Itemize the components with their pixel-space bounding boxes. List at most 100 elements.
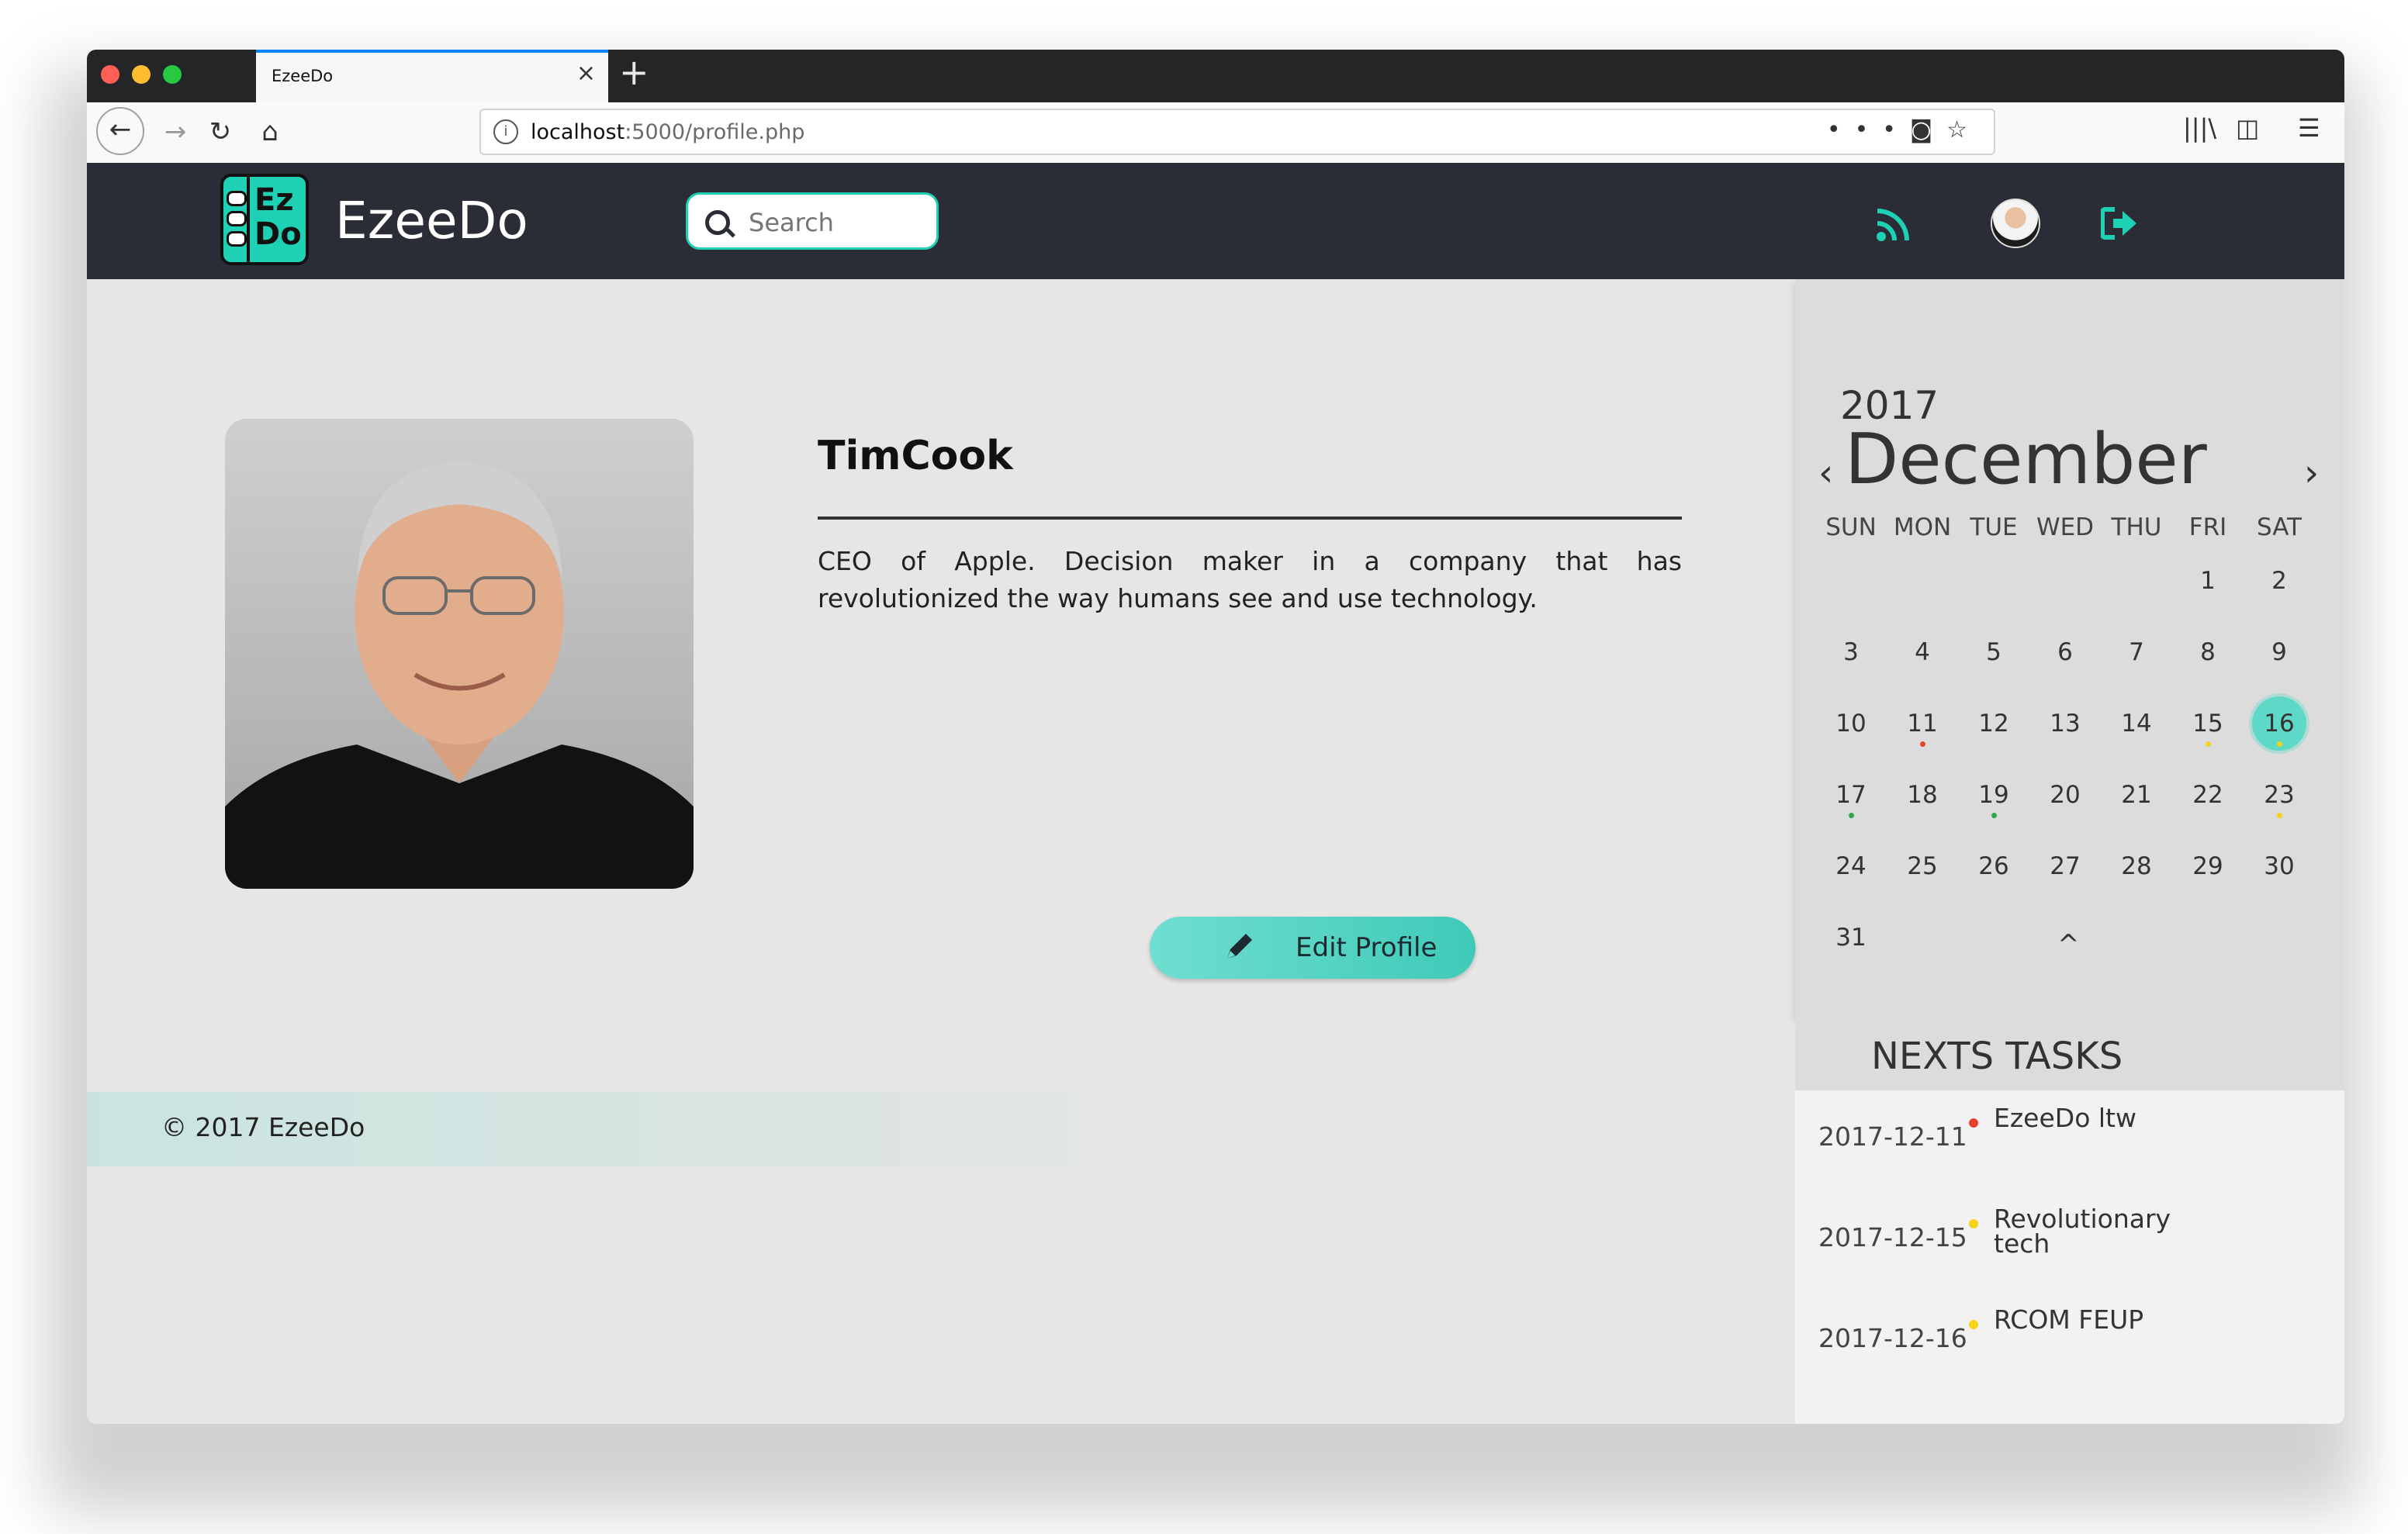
weekday-fri: FRI <box>2188 513 2227 541</box>
calendar-day[interactable]: 14 <box>2109 696 2164 751</box>
reload-icon[interactable]: ↻ <box>197 109 244 155</box>
calendar-day[interactable]: 12 <box>1967 696 2021 751</box>
next-month-icon[interactable]: › <box>2304 451 2319 495</box>
calendar-day[interactable]: 21 <box>2109 768 2164 822</box>
search-box[interactable] <box>686 192 939 250</box>
app-header: Ez Do EzeeDo <box>87 163 2344 279</box>
tasks-header: NEXTS TASKS <box>1795 1016 2344 1090</box>
calendar-day[interactable]: 30 <box>2252 839 2306 893</box>
brand-name[interactable]: EzeeDo <box>335 191 528 250</box>
calendar-day[interactable]: 28 <box>2109 839 2164 893</box>
close-window-button[interactable] <box>101 65 119 84</box>
event-dot <box>1920 741 1925 747</box>
calendar-day[interactable]: 26 <box>1967 839 2021 893</box>
pocket-icon[interactable]: ◙ <box>1910 116 1946 143</box>
task-date: 2017-12-15 <box>1818 1222 1967 1252</box>
profile-divider <box>818 517 1682 520</box>
weekday-thu: THU <box>2111 513 2162 541</box>
edit-profile-button[interactable]: Edit Profile <box>1150 917 1476 979</box>
search-input[interactable] <box>747 206 929 240</box>
prev-month-icon[interactable]: ‹ <box>1818 451 1833 495</box>
site-info-icon[interactable]: i <box>493 119 518 144</box>
task-priority-dot <box>1969 1118 1978 1128</box>
calendar-day[interactable]: 1 <box>2181 554 2235 608</box>
tab-title: EzeeDo <box>272 67 334 85</box>
task-date: 2017-12-11 <box>1818 1121 1967 1152</box>
browser-toolbar: ← → ↻ ⌂ i localhost:5000/profile.php •••… <box>87 102 2344 164</box>
weekday-sat: SAT <box>2257 513 2302 541</box>
profile-name: TimCook <box>818 433 1013 479</box>
calendar: 20 17 December ‹ › ^ SUN MON TUE WED THU FRI SA… <box>1795 279 2344 1016</box>
library-icon[interactable]: |||\ <box>2183 113 2216 143</box>
event-dot <box>2277 741 2282 747</box>
browser-window: EzeeDo × + ← → ↻ ⌂ i localhost:5000/prof… <box>87 50 2344 1424</box>
logout-icon[interactable] <box>2101 206 2138 240</box>
logo-text-top: Ez <box>254 182 294 218</box>
back-arrow-icon[interactable]: ← <box>96 107 144 155</box>
calendar-day[interactable]: 9 <box>2252 625 2306 679</box>
calendar-day[interactable]: 13 <box>2038 696 2092 751</box>
zoom-window-button[interactable] <box>163 65 182 84</box>
event-dot <box>1991 813 1997 818</box>
browser-tab[interactable]: EzeeDo × <box>256 50 608 102</box>
task-item[interactable]: 2017-12-11 EzeeDo ltw <box>1795 1090 2344 1191</box>
task-name: Revolutionary tech <box>1994 1204 2171 1259</box>
logo-spine <box>247 177 250 262</box>
url-text: localhost:5000/profile.php <box>531 120 805 144</box>
calendar-day[interactable]: 27 <box>2038 839 2092 893</box>
task-name: RCOM FEUP <box>1994 1304 2144 1335</box>
tasks-title: NEXTS TASKS <box>1871 1035 2123 1078</box>
calendar-day[interactable]: 8 <box>2181 625 2235 679</box>
calendar-day[interactable]: 29 <box>2181 839 2235 893</box>
calendar-day[interactable]: 6 <box>2038 625 2092 679</box>
calendar-day[interactable]: 22 <box>2181 768 2235 822</box>
logo-ring <box>227 231 247 247</box>
logo-ring <box>227 211 247 226</box>
calendar-day[interactable]: 24 <box>1824 839 1878 893</box>
calendar-day[interactable]: 5 <box>1967 625 2021 679</box>
task-priority-dot <box>1969 1320 1978 1329</box>
home-icon[interactable]: ⌂ <box>247 109 293 155</box>
copyright-text: © 2017 EzeeDo <box>161 1112 365 1142</box>
calendar-day[interactable]: 7 <box>2109 625 2164 679</box>
address-bar[interactable]: i localhost:5000/profile.php •••◙☆ <box>479 109 1995 155</box>
event-dot <box>2206 741 2211 747</box>
user-avatar[interactable] <box>1991 199 2040 248</box>
minimize-window-button[interactable] <box>132 65 150 84</box>
collapse-calendar-icon[interactable]: ^ <box>2057 929 2080 960</box>
weekday-wed: WED <box>2036 513 2095 541</box>
bookmark-star-icon[interactable]: ☆ <box>1946 116 1981 143</box>
logo-text-bottom: Do <box>254 216 302 252</box>
task-item[interactable]: 2017-12-16 RCOM FEUP <box>1795 1292 2344 1393</box>
edit-profile-label: Edit Profile <box>1296 932 1438 963</box>
task-item[interactable]: 2017-12-15 Revolutionary tech <box>1795 1191 2344 1292</box>
calendar-day[interactable]: 2 <box>2252 554 2306 608</box>
calendar-month: December <box>1845 419 2207 500</box>
profile-bio: CEO of Apple. Decision maker in a compan… <box>818 546 1682 613</box>
title-bar: EzeeDo × + <box>87 50 2344 102</box>
calendar-day[interactable]: 20 <box>2038 768 2092 822</box>
task-priority-dot <box>1969 1219 1978 1228</box>
calendar-day[interactable]: 3 <box>1824 625 1878 679</box>
task-date: 2017-12-16 <box>1818 1323 1967 1353</box>
event-dot <box>1849 813 1854 818</box>
forward-arrow-icon[interactable]: → <box>152 109 199 155</box>
task-name: EzeeDo ltw <box>1994 1103 2136 1133</box>
calendar-day[interactable]: 25 <box>1895 839 1950 893</box>
more-actions-icon[interactable]: ••• <box>1827 116 1910 143</box>
menu-icon[interactable]: ☰ <box>2298 113 2320 143</box>
search-icon <box>705 210 730 235</box>
calendar-day[interactable]: 4 <box>1895 625 1950 679</box>
rss-feed-icon[interactable] <box>1876 208 1910 242</box>
logo[interactable]: Ez Do <box>220 174 309 265</box>
sidebar-icon[interactable]: ◫ <box>2236 113 2259 143</box>
calendar-day[interactable]: 18 <box>1895 768 1950 822</box>
page-actions: •••◙☆ <box>1827 116 1981 143</box>
calendar-day[interactable]: 10 <box>1824 696 1878 751</box>
new-tab-icon[interactable]: + <box>619 54 649 90</box>
tab-close-icon[interactable]: × <box>576 62 596 85</box>
event-dot <box>2277 813 2282 818</box>
calendar-day[interactable]: 31 <box>1824 910 1878 965</box>
weekday-tue: TUE <box>1970 513 2018 541</box>
logo-ring <box>227 191 247 206</box>
